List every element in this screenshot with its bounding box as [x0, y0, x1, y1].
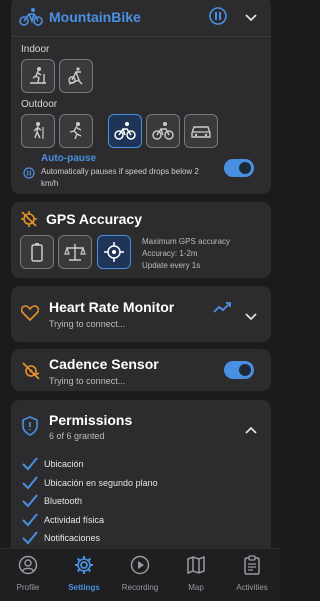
bike-icon: [19, 7, 43, 32]
trend-icon: [213, 300, 231, 318]
gps-off-icon: [20, 210, 38, 233]
app-title: MountainBike: [49, 9, 141, 25]
permission-label: Bluetooth: [44, 496, 83, 506]
spinning-bike-button[interactable]: [59, 59, 93, 93]
permissions-card: Permissions 6 of 6 granted Ubicación Ubi…: [11, 400, 271, 550]
heart-rate-title: Heart Rate Monitor: [49, 299, 175, 315]
road-bike-icon: [152, 122, 174, 140]
nav-recording-label: Recording: [121, 583, 159, 592]
nav-activities[interactable]: Activities: [224, 555, 280, 592]
permission-item: Ubicación: [22, 456, 84, 472]
nav-recording[interactable]: Recording: [112, 555, 168, 592]
running-icon: [69, 122, 82, 140]
heart-rate-card[interactable]: Heart Rate Monitor Trying to connect...: [11, 286, 271, 342]
gps-mode-desc: Maximum GPS accuracy: [142, 237, 231, 246]
nav-profile-label: Profile: [16, 583, 40, 592]
nav-profile[interactable]: Profile: [0, 555, 56, 592]
gps-max-accuracy-button[interactable]: [97, 235, 131, 269]
autopause-toggle[interactable]: [224, 159, 254, 177]
permission-label: Actividad física: [44, 515, 105, 525]
nav-settings[interactable]: Settings: [56, 555, 112, 592]
battery-icon: [31, 243, 43, 262]
nav-map-label: Map: [188, 583, 204, 592]
balance-icon: [64, 244, 86, 261]
permission-item: Ubicación en segundo plano: [22, 475, 158, 491]
nav-settings-label: Settings: [68, 583, 100, 592]
gps-update-interval: Update every 1s: [142, 261, 201, 270]
play-icon: [130, 555, 150, 575]
car-icon: [191, 126, 211, 138]
cadence-title: Cadence Sensor: [49, 356, 159, 372]
chevron-down-icon[interactable]: [245, 309, 257, 327]
autopause-desc: Automatically pauses if speed drops belo…: [41, 167, 199, 188]
shield-icon: [21, 416, 39, 441]
bottom-navigation: Profile Settings Recording Map Activitie…: [0, 548, 281, 601]
chevron-down-icon[interactable]: [245, 10, 257, 28]
permission-item: Actividad física: [22, 512, 104, 528]
permissions-count: 6 of 6 granted: [49, 431, 105, 441]
map-icon: [187, 555, 205, 575]
running-button[interactable]: [59, 114, 93, 148]
permissions-title: Permissions: [49, 412, 133, 428]
pause-icon[interactable]: [209, 7, 227, 30]
gps-battery-saver-button[interactable]: [20, 235, 54, 269]
hiking-icon: [33, 122, 44, 139]
mountain-bike-icon: [114, 122, 136, 140]
heart-rate-status: Trying to connect...: [49, 319, 126, 329]
outdoor-label: Outdoor: [21, 99, 58, 110]
nav-activities-label: Activities: [236, 583, 268, 592]
gear-icon: [75, 556, 93, 574]
car-button[interactable]: [184, 114, 218, 148]
hiking-button[interactable]: [21, 114, 55, 148]
check-icon: [22, 476, 38, 490]
cadence-status: Trying to connect...: [49, 376, 126, 386]
heart-icon: [20, 305, 40, 326]
permission-item: Bluetooth: [22, 493, 82, 509]
autopause-title: Auto-pause: [41, 153, 96, 164]
cadence-toggle[interactable]: [224, 361, 254, 379]
clipboard-icon: [244, 555, 260, 575]
indoor-label: Indoor: [21, 44, 50, 55]
check-icon: [22, 513, 38, 527]
cadence-icon: [21, 361, 41, 386]
chevron-up-icon[interactable]: [245, 422, 257, 440]
permission-label: Notificaciones: [44, 533, 101, 543]
check-icon: [22, 531, 38, 545]
autopause-icon: [23, 166, 35, 184]
check-icon: [22, 494, 38, 508]
gps-title: GPS Accuracy: [46, 211, 142, 227]
nav-map[interactable]: Map: [168, 555, 224, 592]
gps-card: GPS Accuracy Maximum GPS accuracy Accura…: [11, 202, 271, 278]
treadmill-icon: [30, 67, 46, 84]
activity-card: MountainBike Indoor Outdoor Auto-pause A…: [11, 0, 271, 194]
cadence-card: Cadence Sensor Trying to connect...: [11, 349, 271, 391]
permission-item: Notificaciones: [22, 530, 100, 546]
profile-icon: [18, 555, 38, 575]
mountain-bike-button[interactable]: [108, 114, 142, 148]
check-icon: [22, 457, 38, 471]
crosshair-icon: [104, 242, 124, 262]
activity-header[interactable]: MountainBike: [11, 0, 271, 37]
gps-balanced-button[interactable]: [58, 235, 92, 269]
treadmill-button[interactable]: [21, 59, 55, 93]
permission-label: Ubicación: [44, 459, 84, 469]
road-bike-button[interactable]: [146, 114, 180, 148]
permission-label: Ubicación en segundo plano: [44, 478, 158, 488]
stationary-bike-icon: [68, 67, 83, 85]
gps-accuracy-value: Accuracy: 1-2m: [142, 249, 198, 258]
